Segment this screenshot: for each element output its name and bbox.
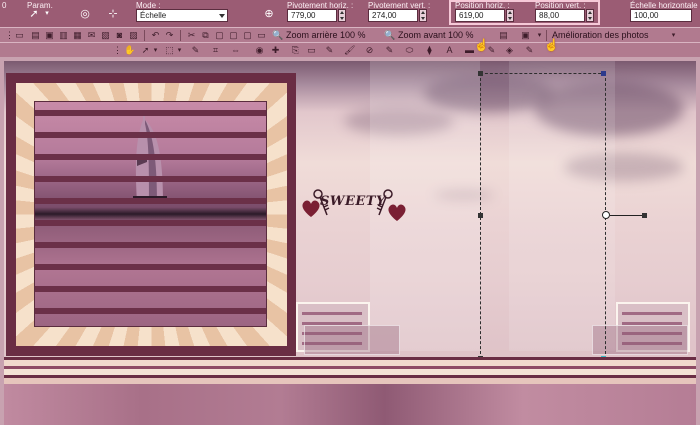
- param-dropdown-icon[interactable]: ▾: [40, 7, 54, 21]
- new-file-icon[interactable]: ▭: [14, 30, 25, 41]
- warp-brush-icon[interactable]: ✎: [384, 45, 395, 56]
- standard-toolbar: ⋮ ▭ ▤ ▣ ▥ ▦ ✉ ▧ ◙ ▨ ↶ ↷ ✂ ⧉ ▢ ▢ ▢ ▭ 🔍 Zo…: [0, 27, 700, 42]
- pivot-icon[interactable]: ⊕: [262, 7, 276, 21]
- paste-icon[interactable]: ▢: [214, 30, 225, 41]
- zoom-out-icon[interactable]: 🔍: [272, 30, 283, 41]
- blind-stripe: [35, 176, 266, 182]
- browse-icon[interactable]: ▥: [58, 30, 69, 41]
- pivot-v-field[interactable]: 274,00: [368, 9, 418, 22]
- histogram-icon[interactable]: ▤: [498, 30, 509, 41]
- blind-stripe: [35, 154, 266, 160]
- undo-icon[interactable]: ↶: [150, 30, 161, 41]
- zoom-out-button[interactable]: Zoom arrière 100 %: [286, 30, 366, 41]
- rotation-handle[interactable]: [602, 211, 610, 219]
- pivot-h-field[interactable]: 779,00: [287, 9, 337, 22]
- blind-stripe: [35, 286, 266, 292]
- lighten-icon[interactable]: ⊘: [364, 45, 375, 56]
- pan-icon[interactable]: ✋: [124, 45, 135, 56]
- crop-icon[interactable]: ⌗: [210, 45, 221, 56]
- paint-shop-pro-window: 0 Param. ➚ ▾ ◎ ⊹ Mode : Échelle ⊕ Pivote…: [0, 0, 700, 425]
- thumbnail-right-shadow: [592, 325, 688, 355]
- zoom-in-button[interactable]: Zoom avant 100 %: [398, 30, 474, 41]
- blind-stripe: [35, 264, 266, 270]
- chevron-down-icon[interactable]: ▾: [150, 45, 161, 56]
- blind-stripe: [35, 308, 266, 314]
- apply-icon[interactable]: ⊹: [106, 7, 120, 21]
- move-icon[interactable]: ⇔: [230, 45, 241, 56]
- pivot-h-spinner[interactable]: [338, 9, 346, 22]
- pos-h-spinner[interactable]: [506, 9, 514, 22]
- burj-al-arab-photo: [34, 101, 267, 327]
- blind-stripe: [35, 242, 266, 248]
- thumb-stripe: [302, 312, 362, 315]
- mode-select-value: Échelle: [140, 11, 167, 20]
- eraser-icon[interactable]: ⬭: [404, 45, 415, 56]
- scan-icon[interactable]: ▧: [100, 30, 111, 41]
- print-icon[interactable]: ▦: [72, 30, 83, 41]
- tool-options-bar: 0 Param. ➚ ▾ ◎ ⊹ Mode : Échelle ⊕ Pivote…: [0, 0, 700, 27]
- toolbar-separator: [180, 30, 181, 41]
- chevron-down-icon: [219, 14, 225, 18]
- makeover-icon[interactable]: ✚: [270, 45, 281, 56]
- pos-v-spinner[interactable]: [586, 9, 594, 22]
- bottom-decoration: [4, 357, 696, 425]
- camera-icon[interactable]: ◙: [114, 30, 125, 41]
- blind-stripe: [35, 198, 266, 204]
- object-selector-icon[interactable]: ◈: [504, 45, 515, 56]
- blind-stripe: [35, 220, 266, 226]
- blind-stripe: [35, 110, 266, 116]
- resize-handle[interactable]: [601, 71, 606, 76]
- mode-select[interactable]: Échelle: [136, 9, 228, 22]
- clone-icon[interactable]: ⎘: [290, 45, 301, 56]
- fill-icon[interactable]: ⧫: [424, 45, 435, 56]
- copy-icon[interactable]: ⧉: [200, 30, 211, 41]
- email-icon[interactable]: ✉: [86, 30, 97, 41]
- import-icon[interactable]: ▨: [128, 30, 139, 41]
- image-canvas[interactable]: SWEETY: [4, 61, 696, 425]
- open-file-icon[interactable]: ▤: [30, 30, 41, 41]
- pos-h-field[interactable]: 619,00: [455, 9, 505, 22]
- resize-handle[interactable]: [478, 71, 483, 76]
- heart-icon: [388, 204, 406, 221]
- resize-handle[interactable]: [478, 213, 483, 218]
- thumb-stripe: [622, 312, 682, 315]
- pivot-v-spinner[interactable]: [419, 9, 427, 22]
- background-eraser-icon[interactable]: ✎: [324, 45, 335, 56]
- paste-layer-icon[interactable]: ▢: [228, 30, 239, 41]
- red-eye-icon[interactable]: ◉: [254, 45, 265, 56]
- options-number: 0: [2, 1, 7, 10]
- grip-icon: ⋮: [113, 45, 122, 55]
- pick-tool-icon[interactable]: ➚: [27, 7, 41, 21]
- hand-cursor-icon: ☝: [474, 38, 489, 52]
- layer-bounding-box[interactable]: [480, 73, 606, 359]
- tools-toolbar: ⋮ ✋ ➚ ▾ ⬚ ▾ ✎ ⌗ ⇔ ◉ ✚ ⎘ ▭ ✎ 🖌 ⊘ ✎ ⬭ ⧫ A …: [0, 42, 700, 57]
- blurred-reflection: [4, 384, 696, 425]
- pos-v-field[interactable]: 88,00: [535, 9, 585, 22]
- brush-icon[interactable]: 🖌: [344, 45, 355, 56]
- toolbar-separator: [144, 30, 145, 41]
- text-icon[interactable]: A: [444, 45, 455, 56]
- zoom-in-icon[interactable]: 🔍: [384, 30, 395, 41]
- hand-cursor-icon: ☝: [544, 38, 559, 52]
- enhance-photo-button[interactable]: Amélioration des photos: [552, 30, 649, 41]
- redo-icon[interactable]: ↷: [164, 30, 175, 41]
- blind-stripe: [35, 132, 266, 138]
- sweety-watermark: SWEETY: [300, 189, 408, 229]
- rotation-line: [610, 215, 644, 216]
- dropper-icon[interactable]: ✎: [190, 45, 201, 56]
- chevron-down-icon[interactable]: ▾: [668, 30, 679, 41]
- paste-selection-icon[interactable]: ▢: [242, 30, 253, 41]
- scratch-remover-icon[interactable]: ▭: [306, 45, 317, 56]
- image-info-icon[interactable]: ▣: [520, 30, 531, 41]
- scale-h-field[interactable]: 100,00: [630, 9, 692, 22]
- save-icon[interactable]: ▣: [44, 30, 55, 41]
- reset-icon[interactable]: ◎: [78, 7, 92, 21]
- rotation-end-handle[interactable]: [642, 213, 647, 218]
- delete-icon[interactable]: ▭: [256, 30, 267, 41]
- chevron-down-icon[interactable]: ▾: [174, 45, 185, 56]
- workspace[interactable]: SWEETY: [0, 57, 700, 425]
- cut-icon[interactable]: ✂: [186, 30, 197, 41]
- thumbnail-left-shadow: [304, 325, 400, 355]
- retouch-icon[interactable]: ✎: [524, 45, 535, 56]
